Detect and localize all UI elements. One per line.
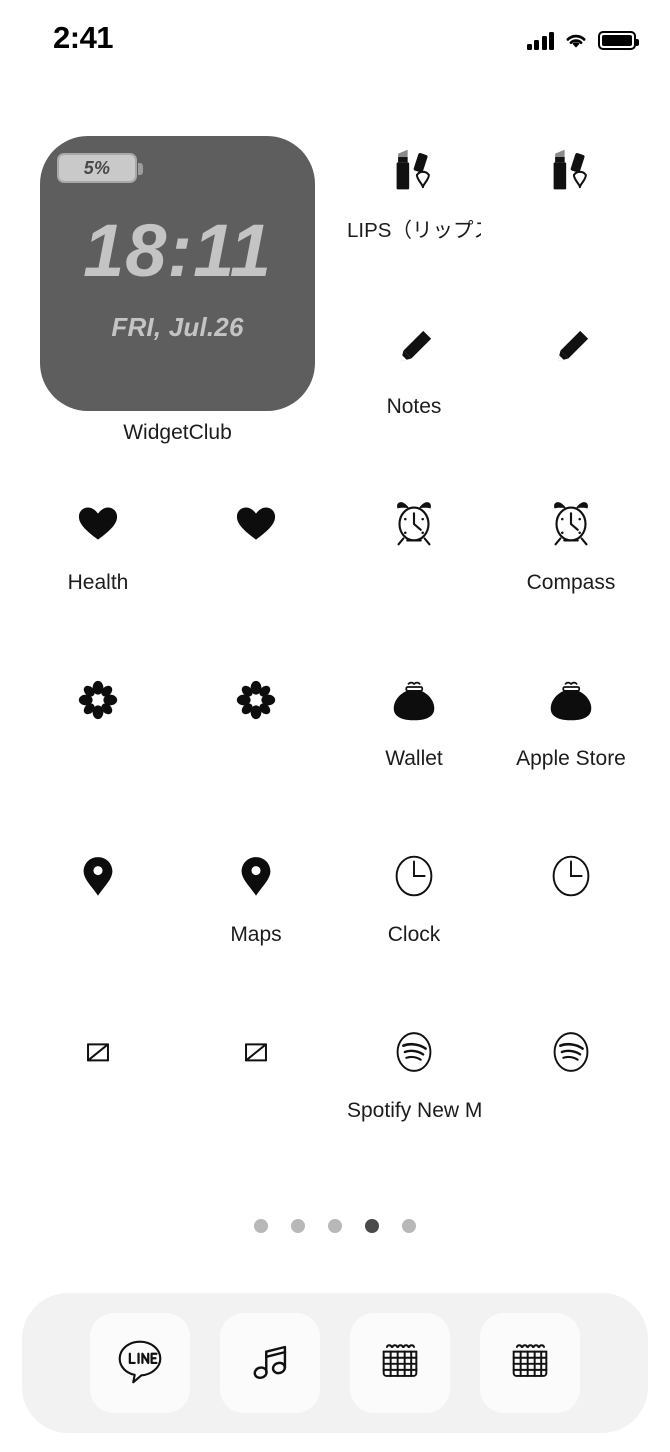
app-label: Maps (230, 923, 282, 946)
app-icon-notes[interactable]: Notes (347, 306, 481, 420)
pencil-icon (504, 306, 638, 390)
page-indicator[interactable] (0, 1219, 670, 1233)
dock-item-calendar[interactable] (350, 1313, 450, 1413)
dock-item-calendar-2[interactable] (480, 1313, 580, 1413)
app-icon-notes-2[interactable] (504, 306, 638, 394)
app-icon-apple-store[interactable]: Apple Store (504, 658, 638, 772)
app-icon-flower-2[interactable] (189, 658, 323, 746)
flower-icon (189, 658, 323, 742)
app-icon-flower[interactable] (31, 658, 165, 746)
calendar-icon (502, 1333, 558, 1394)
app-icon-spotify[interactable]: Spotify New M (347, 1010, 481, 1124)
flower-icon (31, 658, 165, 742)
status-bar-clock: 2:41 (53, 20, 114, 55)
app-label: Spotify New M (347, 1099, 481, 1122)
app-icon-maps[interactable]: Maps (189, 834, 323, 948)
hourglass-icon (31, 1010, 165, 1094)
lipstick-icon (504, 130, 638, 214)
alarm-clock-icon (504, 482, 638, 566)
app-label: Wallet (385, 747, 443, 770)
app-label: Clock (387, 923, 441, 946)
app-icon-spotify-2[interactable] (504, 1010, 638, 1098)
coin-purse-icon (504, 658, 638, 742)
app-icon-hourglass[interactable] (31, 1010, 165, 1098)
music-note-icon (242, 1333, 298, 1394)
app-icon-health-2[interactable] (189, 482, 323, 570)
app-icon-clock[interactable]: Clock (347, 834, 481, 948)
home-screen: 2:41 LIPS（リップ Notes Health Compass Walle… (0, 0, 670, 1452)
app-label: Compass (526, 571, 616, 594)
lipstick-icon (347, 130, 481, 214)
app-label: Notes (386, 395, 442, 418)
page-dot-5[interactable] (402, 1219, 416, 1233)
cellular-signal-icon (526, 31, 554, 50)
dock-item-music[interactable] (220, 1313, 320, 1413)
status-bar-indicators (526, 24, 639, 50)
widget-label: WidgetClub (123, 421, 232, 444)
clock-outline-icon (504, 834, 638, 918)
heart-icon (189, 482, 323, 566)
map-pin-icon (189, 834, 323, 918)
page-dot-4-active[interactable] (365, 1219, 379, 1233)
status-bar: 2:41 (0, 0, 670, 76)
app-label: Apple Store (516, 747, 626, 770)
app-label: Health (67, 571, 129, 594)
coin-purse-icon (347, 658, 481, 742)
pencil-icon (347, 306, 481, 390)
widget-battery-badge: 5% (57, 153, 143, 183)
grid-row: Health Compass (0, 482, 670, 658)
grid-row: Spotify New M (0, 1010, 670, 1186)
app-icon-lips-2[interactable] (504, 130, 638, 218)
battery-full-icon (598, 31, 639, 50)
app-icon-hourglass-2[interactable] (189, 1010, 323, 1098)
page-dot-1[interactable] (254, 1219, 268, 1233)
widget-body[interactable]: 5% 18:11 FRI, Jul.26 (40, 136, 315, 411)
widget-date: FRI, Jul.26 (111, 312, 244, 342)
app-icon-map-pin[interactable] (31, 834, 165, 922)
dock (22, 1293, 648, 1433)
dock-item-line[interactable] (90, 1313, 190, 1413)
widget-clock: 18:11 (83, 209, 272, 292)
wifi-icon (563, 31, 589, 50)
spotify-icon (347, 1010, 481, 1094)
page-dot-3[interactable] (328, 1219, 342, 1233)
widget-widgetclub[interactable]: 5% 18:11 FRI, Jul.26 WidgetClub (40, 136, 315, 445)
grid-row: Maps Clock (0, 834, 670, 1010)
clock-outline-icon (347, 834, 481, 918)
app-label: LIPS（リップス） (347, 219, 481, 242)
app-icon-wallet[interactable]: Wallet (347, 658, 481, 772)
app-icon-alarm[interactable] (347, 482, 481, 570)
spotify-icon (504, 1010, 638, 1094)
hourglass-icon (189, 1010, 323, 1094)
app-icon-lips[interactable]: LIPS（リップス） (347, 130, 481, 244)
page-dot-2[interactable] (291, 1219, 305, 1233)
heart-icon (31, 482, 165, 566)
grid-row: Wallet Apple Store (0, 658, 670, 834)
alarm-clock-icon (347, 482, 481, 566)
map-pin-icon (31, 834, 165, 918)
app-icon-compass[interactable]: Compass (504, 482, 638, 596)
calendar-icon (372, 1333, 428, 1394)
app-icon-clock-2[interactable] (504, 834, 638, 922)
line-chat-icon (111, 1332, 169, 1395)
widget-battery-value: 5% (83, 157, 111, 178)
app-icon-health[interactable]: Health (31, 482, 165, 596)
